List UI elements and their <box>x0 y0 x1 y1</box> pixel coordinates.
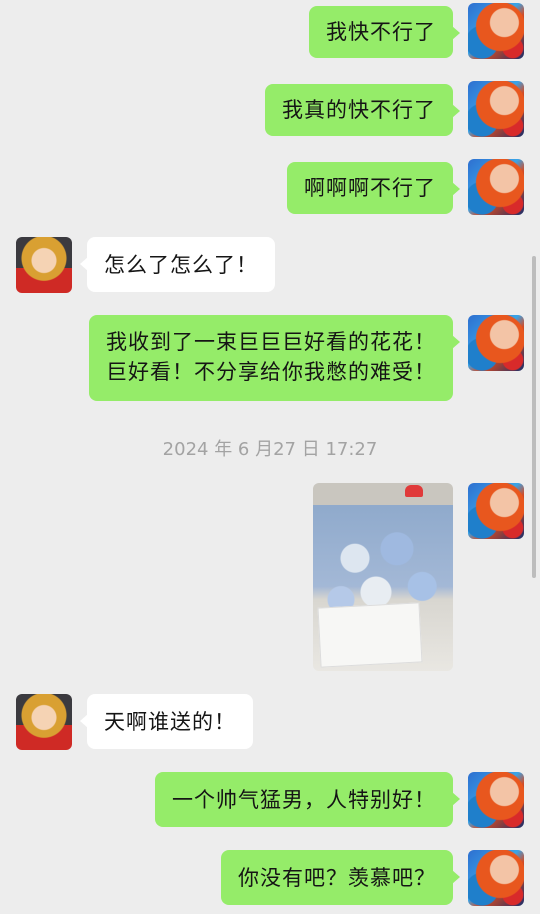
message-row-sent: 啊啊啊不行了 <box>0 159 540 217</box>
avatar-self[interactable] <box>468 81 524 137</box>
message-bubble-sent[interactable]: 你没有吧？羡慕吧？ <box>221 850 460 905</box>
message-bubble-sent[interactable]: 我收到了一束巨巨巨好看的花花！ 巨好看！不分享给你我憋的难受！ <box>89 315 460 401</box>
message-row-sent: 我快不行了 <box>0 3 540 61</box>
message-row-received: 天啊谁送的！ <box>0 694 540 752</box>
gift-card-image <box>317 602 423 668</box>
message-bubble-sent[interactable]: 我快不行了 <box>309 6 460 58</box>
timestamp: 2024 年 6 月27 日 17:27 <box>162 439 378 460</box>
message-bubble-sent[interactable]: 我真的快不行了 <box>265 84 460 136</box>
message-row-sent: 你没有吧？羡慕吧？ <box>0 850 540 908</box>
message-bubble-sent[interactable]: 一个帅气猛男，人特别好！ <box>155 772 460 827</box>
heart-icon <box>405 485 423 497</box>
avatar-self[interactable] <box>468 3 524 59</box>
avatar-contact[interactable] <box>16 694 72 750</box>
scrollbar[interactable] <box>532 256 536 578</box>
avatar-self[interactable] <box>468 850 524 906</box>
message-row-sent: 我收到了一束巨巨巨好看的花花！ 巨好看！不分享给你我憋的难受！ <box>0 315 540 401</box>
message-line: 我收到了一束巨巨巨好看的花花！ <box>106 330 436 354</box>
message-bubble-sent[interactable]: 啊啊啊不行了 <box>287 162 460 214</box>
photo-message[interactable] <box>313 483 453 671</box>
message-line: 巨好看！不分享给你我憋的难受！ <box>106 360 436 384</box>
avatar-self[interactable] <box>468 483 524 539</box>
message-row-received: 怎么了怎么了！ <box>0 237 540 295</box>
message-row-sent: 一个帅气猛男，人特别好！ <box>0 772 540 830</box>
message-row-sent: 我真的快不行了 <box>0 81 540 139</box>
message-bubble-received[interactable]: 天啊谁送的！ <box>80 694 253 749</box>
message-bubble-received[interactable]: 怎么了怎么了！ <box>80 237 275 292</box>
avatar-contact[interactable] <box>16 237 72 293</box>
avatar-self[interactable] <box>468 159 524 215</box>
avatar-self[interactable] <box>468 772 524 828</box>
avatar-self[interactable] <box>468 315 524 371</box>
